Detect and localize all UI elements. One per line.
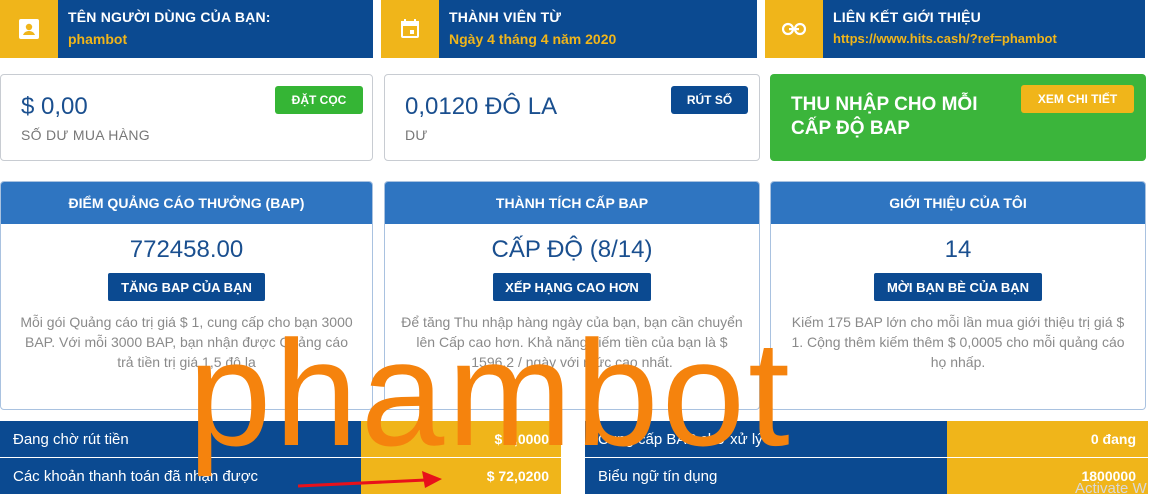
referrals-panel: GIỚI THIỆU CỦA TÔI 14 MỜI BẠN BÈ CỦA BẠN…	[770, 181, 1146, 410]
invite-friends-button[interactable]: MỜI BẠN BÈ CỦA BẠN	[874, 273, 1042, 301]
purchase-balance-card: $ 0,00 SỐ DƯ MUA HÀNG ĐẶT CỌC	[0, 74, 373, 161]
purchase-balance-label: SỐ DƯ MUA HÀNG	[21, 127, 150, 143]
earnings-per-level-card: THU NHẬP CHO MỖI CẤP ĐỘ BAP XEM CHI TIẾT	[770, 74, 1146, 161]
increase-bap-button[interactable]: TĂNG BAP CỦA BẠN	[108, 273, 265, 301]
referral-link-info: LIÊN KẾT GIỚI THIỆU https://www.hits.cas…	[765, 0, 1145, 58]
panel-description: Kiếm 175 BAP lớn cho mỗi lần mua giới th…	[791, 314, 1125, 370]
member-since-info: THÀNH VIÊN TỪ Ngày 4 tháng 4 năm 2020	[381, 0, 757, 58]
balance-amount: 0,0120 ĐÔ LA	[405, 93, 558, 120]
pending-withdrawal-value: $ 0,0000	[361, 421, 561, 457]
username-info: TÊN NGƯỜI DÙNG CỦA BẠN: phambot	[0, 0, 373, 58]
bap-pending-value: 0 đang	[947, 421, 1148, 457]
dashboard: TÊN NGƯỜI DÙNG CỦA BẠN: phambot THÀNH VI…	[0, 0, 1165, 501]
rank-up-button[interactable]: XẾP HẠNG CAO HƠN	[493, 273, 651, 301]
credit-banner-label: Biểu ngữ tín dụng	[585, 458, 947, 494]
balance-label: DƯ	[405, 127, 428, 143]
member-value: Ngày 4 tháng 4 năm 2020	[449, 31, 617, 47]
purchase-balance-amount: $ 0,00	[21, 93, 88, 120]
member-label: THÀNH VIÊN TỪ	[449, 9, 562, 25]
pending-withdrawal-label: Đang chờ rút tiền	[0, 421, 361, 457]
bap-points-panel: ĐIỂM QUẢNG CÁO THƯỞNG (BAP) 772458.00 TĂ…	[0, 181, 373, 410]
activate-windows-text: Activate W	[1075, 480, 1147, 497]
view-details-button[interactable]: XEM CHI TIẾT	[1021, 85, 1134, 113]
contact-card-icon	[0, 0, 58, 58]
panel-description: Mỗi gói Quảng cáo trị giá $ 1, cung cấp …	[20, 314, 353, 370]
red-arrow-annotation	[298, 471, 442, 488]
bap-points-value: 772458.00	[129, 236, 244, 263]
bap-pending-row: Cung cấp BAP chờ xử lý 0 đang	[585, 421, 1148, 457]
withdraw-button[interactable]: RÚT SỐ	[671, 86, 748, 114]
bap-level-value: CẤP ĐỘ (8/14)	[491, 236, 653, 263]
calendar-icon	[381, 0, 439, 58]
link-icon	[765, 0, 823, 58]
credit-banner-row: Biểu ngữ tín dụng 1800000	[585, 458, 1148, 494]
username-value: phambot	[68, 31, 128, 47]
balance-card: 0,0120 ĐÔ LA DƯ RÚT SỐ	[384, 74, 760, 161]
pending-withdrawal-row: Đang chờ rút tiền $ 0,0000	[0, 421, 561, 457]
earnings-title: THU NHẬP CHO MỖI CẤP ĐỘ BAP	[791, 94, 978, 139]
panel-header: GIỚI THIỆU CỦA TÔI	[771, 182, 1145, 224]
username-label: TÊN NGƯỜI DÙNG CỦA BẠN:	[68, 9, 271, 25]
panel-header: THÀNH TÍCH CẤP BAP	[385, 182, 759, 224]
panel-description: Để tăng Thu nhập hàng ngày của bạn, bạn …	[401, 314, 743, 370]
bap-level-panel: THÀNH TÍCH CẤP BAP CẤP ĐỘ (8/14) XẾP HẠN…	[384, 181, 760, 410]
referral-label: LIÊN KẾT GIỚI THIỆU	[833, 9, 981, 25]
bap-pending-label: Cung cấp BAP chờ xử lý	[585, 421, 947, 457]
referral-link[interactable]: https://www.hits.cash/?ref=phambot	[833, 31, 1057, 46]
payments-received-row: Các khoản thanh toán đã nhận được $ 72,0…	[0, 458, 561, 494]
panel-header: ĐIỂM QUẢNG CÁO THƯỞNG (BAP)	[1, 182, 372, 224]
referrals-count: 14	[944, 236, 972, 263]
deposit-button[interactable]: ĐẶT CỌC	[275, 86, 363, 114]
